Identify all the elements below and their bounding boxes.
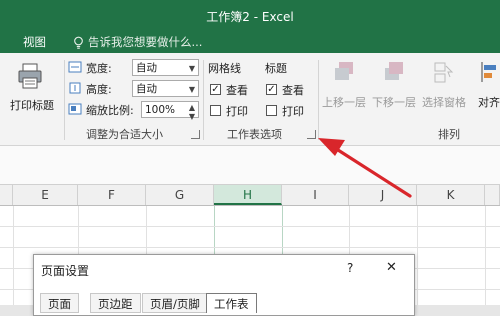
column-header[interactable]: I — [282, 185, 349, 205]
scale-group-label: 调整为合适大小 — [86, 128, 163, 141]
ribbon-tab-row: 视图 告诉我您想要做什么... — [0, 31, 500, 53]
chevron-down-icon: ▼ — [188, 85, 195, 94]
tab-sheet[interactable]: 工作表 — [206, 293, 257, 313]
width-dropdown[interactable]: 自动 ▼ — [132, 59, 199, 76]
grid-line — [417, 206, 418, 305]
align-button[interactable]: 对齐 — [478, 94, 500, 110]
print-titles-button[interactable]: 打印标题 — [2, 60, 60, 112]
scale-spinner[interactable]: 100% ▲ ▼ — [141, 101, 199, 121]
width-label: 宽度: — [86, 62, 112, 75]
tell-me-box[interactable]: 告诉我您想要做什么... — [73, 34, 202, 50]
group-separator — [318, 60, 319, 140]
scale-label: 缩放比例: — [86, 104, 134, 117]
height-label: 高度: — [86, 83, 112, 96]
column-header[interactable]: G — [146, 185, 214, 205]
gridlines-view-checkbox[interactable]: ✓ — [210, 84, 221, 95]
sheet-options-group-label: 工作表选项 — [227, 128, 282, 141]
send-backward-icon — [385, 62, 403, 80]
gridlines-print-label: 打印 — [226, 105, 248, 118]
align-icon — [481, 62, 496, 82]
dialog-launcher-icon[interactable] — [307, 130, 316, 139]
grid-line — [0, 226, 500, 227]
checkmark-icon: ✓ — [211, 84, 220, 95]
column-header[interactable]: K — [417, 185, 485, 205]
height-value: 自动 — [136, 83, 157, 95]
grid-line — [0, 247, 500, 248]
dialog-launcher-icon[interactable] — [191, 130, 200, 139]
bring-forward-button[interactable]: 上移一层 — [322, 94, 366, 110]
chevron-down-icon: ▼ — [188, 64, 195, 73]
height-dropdown[interactable]: 自动 ▼ — [132, 80, 199, 97]
spin-down-icon: ▼ — [188, 112, 195, 121]
column-header[interactable] — [485, 185, 500, 205]
gridlines-header: 网格线 — [208, 62, 241, 75]
height-icon — [69, 82, 81, 94]
tell-me-text: 告诉我您想要做什么... — [88, 35, 203, 49]
column-header[interactable]: J — [349, 185, 417, 205]
headings-view-label: 查看 — [282, 84, 304, 97]
tab-margins[interactable]: 页边距 — [90, 293, 141, 313]
scale-icon — [68, 103, 82, 115]
width-icon — [68, 61, 82, 73]
gridlines-print-checkbox[interactable] — [210, 105, 221, 116]
dialog-title: 页面设置 — [41, 264, 90, 278]
grid-line — [485, 206, 486, 305]
group-separator — [64, 60, 65, 140]
headings-print-label: 打印 — [282, 105, 304, 118]
page-setup-dialog: 页面设置 ? ✕ 页面 页边距 页眉/页脚 工作表 — [33, 254, 415, 316]
headings-header: 标题 — [265, 62, 287, 75]
grid-line — [13, 206, 14, 305]
window-title: 工作簿2 - Excel — [206, 10, 294, 24]
headings-print-checkbox[interactable] — [266, 105, 277, 116]
headings-view-checkbox[interactable]: ✓ — [266, 84, 277, 95]
print-titles-label: 打印标题 — [10, 99, 54, 112]
column-header[interactable]: E — [13, 185, 78, 205]
column-header[interactable]: F — [78, 185, 146, 205]
tab-header-footer[interactable]: 页眉/页脚 — [142, 293, 208, 313]
gridlines-view-label: 查看 — [226, 84, 248, 97]
select-all-corner[interactable] — [0, 185, 13, 205]
column-header-selected[interactable]: H — [214, 185, 282, 205]
tab-page[interactable]: 页面 — [40, 293, 79, 313]
width-value: 自动 — [136, 62, 157, 74]
selection-pane-button[interactable]: 选择窗格 — [422, 94, 466, 110]
scale-value: 100% — [145, 104, 176, 116]
formula-bar-area — [0, 146, 500, 185]
print-titles-icon — [18, 63, 42, 89]
lightbulb-icon — [74, 36, 83, 49]
selection-pane-icon — [434, 62, 454, 83]
column-header-row: E F G H I J K — [0, 185, 500, 206]
tab-view[interactable]: 视图 — [23, 34, 46, 50]
bring-forward-icon — [335, 62, 353, 80]
send-backward-button[interactable]: 下移一层 — [372, 94, 416, 110]
checkmark-icon: ✓ — [267, 84, 276, 95]
close-icon[interactable]: ✕ — [386, 260, 397, 275]
arrange-group-label: 排列 — [438, 128, 460, 141]
group-separator — [203, 60, 204, 140]
help-button[interactable]: ? — [347, 261, 353, 275]
